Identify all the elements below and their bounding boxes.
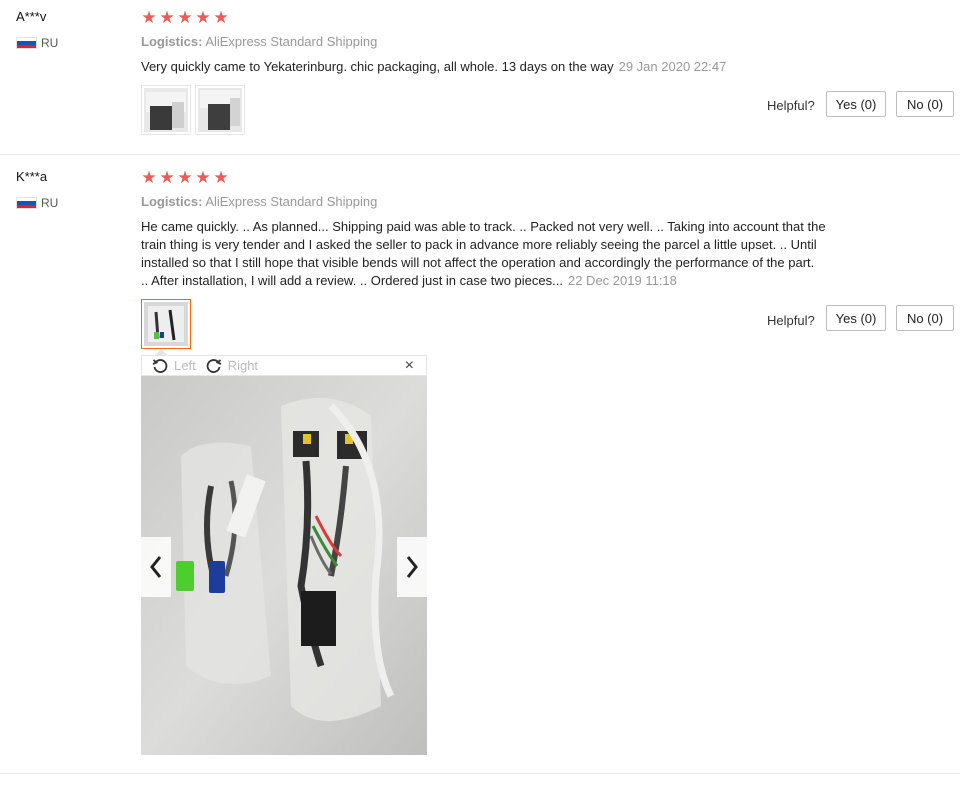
reviewer-country: RU xyxy=(16,36,58,50)
logistics-value: AliExpress Standard Shipping xyxy=(205,194,378,209)
photo-icon xyxy=(198,88,242,132)
helpful-no-button[interactable]: No (0) xyxy=(896,91,954,117)
review-body: Very quickly came to Yekaterinburg. chic… xyxy=(141,59,614,74)
prev-photo-button[interactable] xyxy=(141,537,171,597)
reviewer-country: RU xyxy=(16,196,58,210)
logistics-label: Logistics: xyxy=(141,194,203,209)
chevron-right-icon xyxy=(406,556,418,578)
chevron-left-icon xyxy=(150,556,162,578)
star-rating: ★ ★ ★ ★ ★ xyxy=(141,8,229,27)
viewer-toolbar: Left Right × xyxy=(141,355,427,376)
rotate-right-button[interactable]: Right xyxy=(206,358,258,374)
country-code: RU xyxy=(41,36,59,50)
rotate-right-icon xyxy=(206,358,222,373)
helpful-label: Helpful? xyxy=(767,313,815,328)
review-text-line: installed so that I still hope that visi… xyxy=(141,255,815,270)
photo-icon xyxy=(144,88,188,132)
enlarged-review-photo xyxy=(141,376,427,755)
rotate-left-button[interactable]: Left xyxy=(152,358,196,374)
review-divider xyxy=(0,154,960,155)
star-icon: ★ xyxy=(159,8,175,27)
rotate-left-label: Left xyxy=(174,358,196,373)
review-text-line: .. After installation, I will add a revi… xyxy=(141,272,871,290)
star-icon: ★ xyxy=(159,168,175,187)
reviewer-name: A***v xyxy=(16,9,47,24)
star-rating: ★ ★ ★ ★ ★ xyxy=(141,168,229,187)
helpful-no-button[interactable]: No (0) xyxy=(896,305,954,331)
russia-flag-icon xyxy=(16,37,37,49)
logistics-value: AliExpress Standard Shipping xyxy=(205,34,378,49)
star-icon: ★ xyxy=(141,168,157,187)
photo-icon xyxy=(144,302,188,346)
helpful-yes-button[interactable]: Yes (0) xyxy=(826,91,886,117)
review-photo-thumbnail[interactable] xyxy=(141,299,191,349)
rotate-right-label: Right xyxy=(227,358,259,373)
logistics-label: Logistics: xyxy=(141,34,203,49)
rotate-left-icon xyxy=(152,358,168,373)
logistics-info: Logistics: AliExpress Standard Shipping xyxy=(141,34,377,49)
star-icon: ★ xyxy=(177,8,193,27)
logistics-info: Logistics: AliExpress Standard Shipping xyxy=(141,194,377,209)
review-text-line: He came quickly. .. As planned... Shippi… xyxy=(141,219,826,234)
review-date: 29 Jan 2020 22:47 xyxy=(618,59,727,74)
review-photo-thumbnail[interactable] xyxy=(195,85,245,135)
review-text: He came quickly. .. As planned... Shippi… xyxy=(141,218,871,290)
review-photo-thumbnail[interactable] xyxy=(141,85,191,135)
star-icon: ★ xyxy=(213,8,229,27)
star-icon: ★ xyxy=(177,168,193,187)
review-text: Very quickly came to Yekaterinburg. chic… xyxy=(141,58,871,76)
star-icon: ★ xyxy=(195,8,211,27)
star-icon: ★ xyxy=(213,168,229,187)
reviewer-name: K***a xyxy=(16,169,48,184)
review-divider xyxy=(0,773,960,774)
country-code: RU xyxy=(41,196,59,210)
product-photo xyxy=(141,376,427,755)
russia-flag-icon xyxy=(16,197,37,209)
review-text-line-last: .. After installation, I will add a revi… xyxy=(141,273,563,288)
review-text-line: train thing is very tender and I asked t… xyxy=(141,237,817,252)
photo-viewer: Left Right × xyxy=(141,349,427,755)
helpful-yes-button[interactable]: Yes (0) xyxy=(826,305,886,331)
review-date: 22 Dec 2019 11:18 xyxy=(567,273,677,288)
close-icon[interactable]: × xyxy=(405,357,414,375)
next-photo-button[interactable] xyxy=(397,537,427,597)
helpful-label: Helpful? xyxy=(767,98,815,113)
star-icon: ★ xyxy=(141,8,157,27)
star-icon: ★ xyxy=(195,168,211,187)
